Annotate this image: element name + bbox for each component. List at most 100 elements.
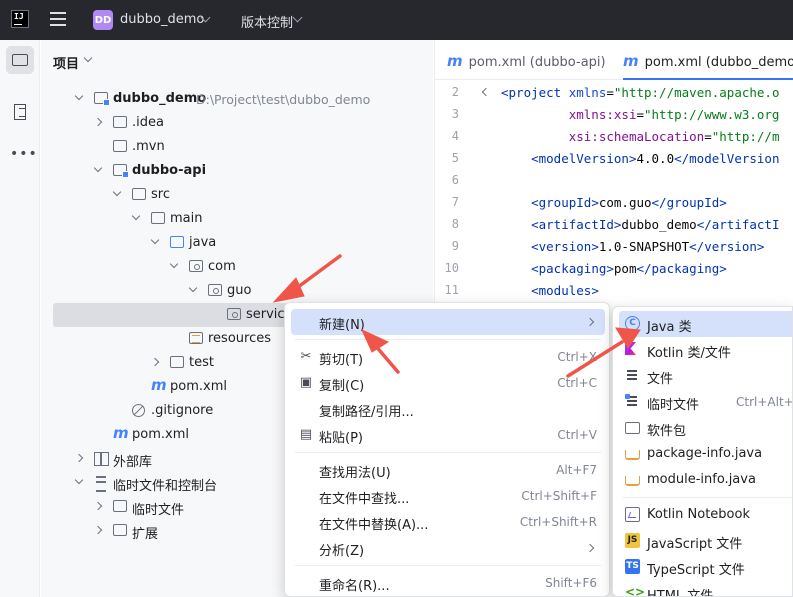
folder-icon xyxy=(132,188,146,200)
menu-item-label: 在文件中查找... xyxy=(319,492,410,507)
menu-item[interactable]: ▣ 复制(C) Ctrl+C xyxy=(291,370,605,396)
menu-item-shortcut: Alt+F7 xyxy=(556,463,597,477)
code-token: = xyxy=(636,107,644,122)
code-line[interactable]: 8 <artifactId>dubbo_demo</artifactI xyxy=(435,214,793,236)
tree-row[interactable]: .idea xyxy=(41,111,433,135)
maven-icon: m xyxy=(447,52,463,70)
tree-row[interactable]: main xyxy=(41,207,433,231)
vcs-dropdown[interactable]: 版本控制 xyxy=(241,12,293,31)
menu-item[interactable]: 在文件中替换(A)... Ctrl+Shift+R xyxy=(291,509,605,535)
submenu-item[interactable]: <> HTML 文件 xyxy=(619,580,792,596)
tree-row[interactable]: com xyxy=(41,255,433,279)
chevron-down-icon[interactable] xyxy=(112,187,122,197)
code-token: com.guo xyxy=(598,195,652,210)
chevron-down-icon[interactable] xyxy=(93,163,103,173)
folder-icon xyxy=(113,116,127,128)
tree-item-label: 临时文件和控制台 xyxy=(113,479,218,494)
chevron-right-icon[interactable] xyxy=(150,357,160,367)
menu-item-label: 复制路径/引用... xyxy=(319,405,414,420)
menu-item-icon: ▣ xyxy=(299,375,313,390)
tree-row[interactable]: guo xyxy=(41,279,433,303)
submenu-item[interactable]: Kotlin 类/文件 xyxy=(619,337,792,363)
code-line[interactable]: 11 <modules> xyxy=(435,280,793,302)
code-line[interactable]: 4 xsi:schemaLocation="http://m xyxy=(435,126,793,148)
project-badge[interactable]: DD xyxy=(93,10,113,30)
tree-row[interactable]: src xyxy=(41,183,433,207)
submenu-item[interactable]: package-info.java xyxy=(619,441,792,467)
code-token: <artifactId> xyxy=(531,217,622,232)
chevron-right-icon xyxy=(585,543,595,553)
code-line[interactable]: 7 <groupId>com.guo</groupId> xyxy=(435,192,793,214)
class-icon: C xyxy=(625,316,640,331)
tab-pom-dubbo-demo[interactable]: m pom.xml (dubbo_demo) xyxy=(623,40,793,80)
chevron-down-icon[interactable] xyxy=(131,211,141,221)
menu-item[interactable]: ✂ 剪切(T) Ctrl+X xyxy=(291,344,605,370)
resources-folder-icon xyxy=(189,332,203,344)
code-text: <packaging>pom</packaging> xyxy=(501,261,727,276)
chevron-down-icon[interactable] xyxy=(83,53,93,63)
tree-row[interactable]: java xyxy=(41,231,433,255)
chevron-right-icon[interactable] xyxy=(93,525,103,535)
submenu-item-label: Kotlin Notebook xyxy=(647,507,750,522)
submenu-item[interactable]: JS JavaScript 文件 xyxy=(619,528,792,554)
menu-item[interactable]: 分析(Z) xyxy=(291,535,605,561)
tree-row[interactable]: .mvn xyxy=(41,135,433,159)
intellij-logo-icon[interactable] xyxy=(11,10,29,28)
code-line[interactable]: 10 <packaging>pom</packaging> xyxy=(435,258,793,280)
menu-item[interactable]: 重命名(R)... Shift+F6 xyxy=(291,570,605,596)
more-tools-button[interactable]: ••• xyxy=(6,138,37,166)
menu-item[interactable]: 复制路径/引用... xyxy=(291,396,605,422)
chevron-down-icon[interactable] xyxy=(74,475,84,485)
chevron-right-icon xyxy=(585,317,595,327)
tree-item-label: 扩展 xyxy=(132,527,159,542)
code-line[interactable]: 9 <version>1.0-SNAPSHOT</version> xyxy=(435,236,793,258)
project-name-dropdown[interactable]: dubbo_demo xyxy=(120,12,204,27)
menu-item[interactable]: 新建(N) xyxy=(291,309,605,335)
menu-item-label: 在文件中替换(A)... xyxy=(319,518,429,533)
chevron-down-icon[interactable] xyxy=(292,12,303,23)
menu-item[interactable]: ▤ 粘贴(P) Ctrl+V xyxy=(291,422,605,448)
chevron-right-icon[interactable] xyxy=(74,453,84,463)
line-number: 4 xyxy=(451,129,459,143)
menu-item[interactable]: 在文件中查找... Ctrl+Shift+F xyxy=(291,483,605,509)
fold-icon[interactable] xyxy=(481,87,491,97)
chevron-down-icon[interactable] xyxy=(74,91,84,101)
tree-row[interactable]: dubbo-api xyxy=(41,159,433,183)
tab-pom-dubbo-api[interactable]: m pom.xml (dubbo-api) xyxy=(447,40,606,80)
code-token: </version> xyxy=(689,239,765,254)
menu-separator xyxy=(295,339,601,340)
new-submenu: C Java 类 Kotlin 类/文件文件临时文件 Ctrl+Alt+S 软件包 pac… xyxy=(612,306,793,597)
code-line[interactable]: 2 <project xmlns="http://maven.apache.o xyxy=(435,82,793,104)
submenu-item[interactable]: TS TypeScript 文件 xyxy=(619,554,792,580)
project-tool-button[interactable] xyxy=(6,46,34,74)
folder-icon xyxy=(12,54,28,66)
chevron-right-icon[interactable] xyxy=(93,501,103,511)
menu-item[interactable]: 查找用法(U) Alt+F7 xyxy=(291,457,605,483)
chevron-down-icon[interactable] xyxy=(169,259,179,269)
chevron-right-icon[interactable] xyxy=(93,117,103,127)
submenu-item[interactable]: C Java 类 xyxy=(619,311,792,337)
panel-title[interactable]: 项目 xyxy=(53,53,79,72)
code-line[interactable]: 6 xyxy=(435,170,793,192)
main-menu-icon[interactable] xyxy=(50,12,66,26)
submenu-item[interactable]: 软件包 xyxy=(619,415,792,441)
chevron-down-icon[interactable] xyxy=(150,235,160,245)
submenu-item[interactable]: module-info.java xyxy=(619,467,792,493)
tree-row[interactable]: dubbo_demo D:\Project\test\dubbo_demo xyxy=(41,87,433,111)
chevron-down-icon[interactable] xyxy=(188,283,198,293)
menu-item-shortcut: Ctrl+Shift+F xyxy=(521,489,597,503)
code-line[interactable]: 3 xmlns:xsi="http://www.w3.org xyxy=(435,104,793,126)
code-line[interactable]: 5 <modelVersion>4.0.0</modelVersion xyxy=(435,148,793,170)
code-token: <project xyxy=(501,85,569,100)
tree-row[interactable]: service xyxy=(53,303,293,327)
structure-tool-button[interactable] xyxy=(6,98,34,126)
submenu-item[interactable]: 文件 xyxy=(619,363,792,389)
library-icon xyxy=(94,452,109,466)
submenu-item[interactable]: Kotlin Notebook xyxy=(619,502,792,528)
menu-item-icon: ✂ xyxy=(300,349,312,364)
submenu-item[interactable]: 临时文件 Ctrl+Alt+S xyxy=(619,389,792,415)
line-number: 10 xyxy=(444,261,459,275)
